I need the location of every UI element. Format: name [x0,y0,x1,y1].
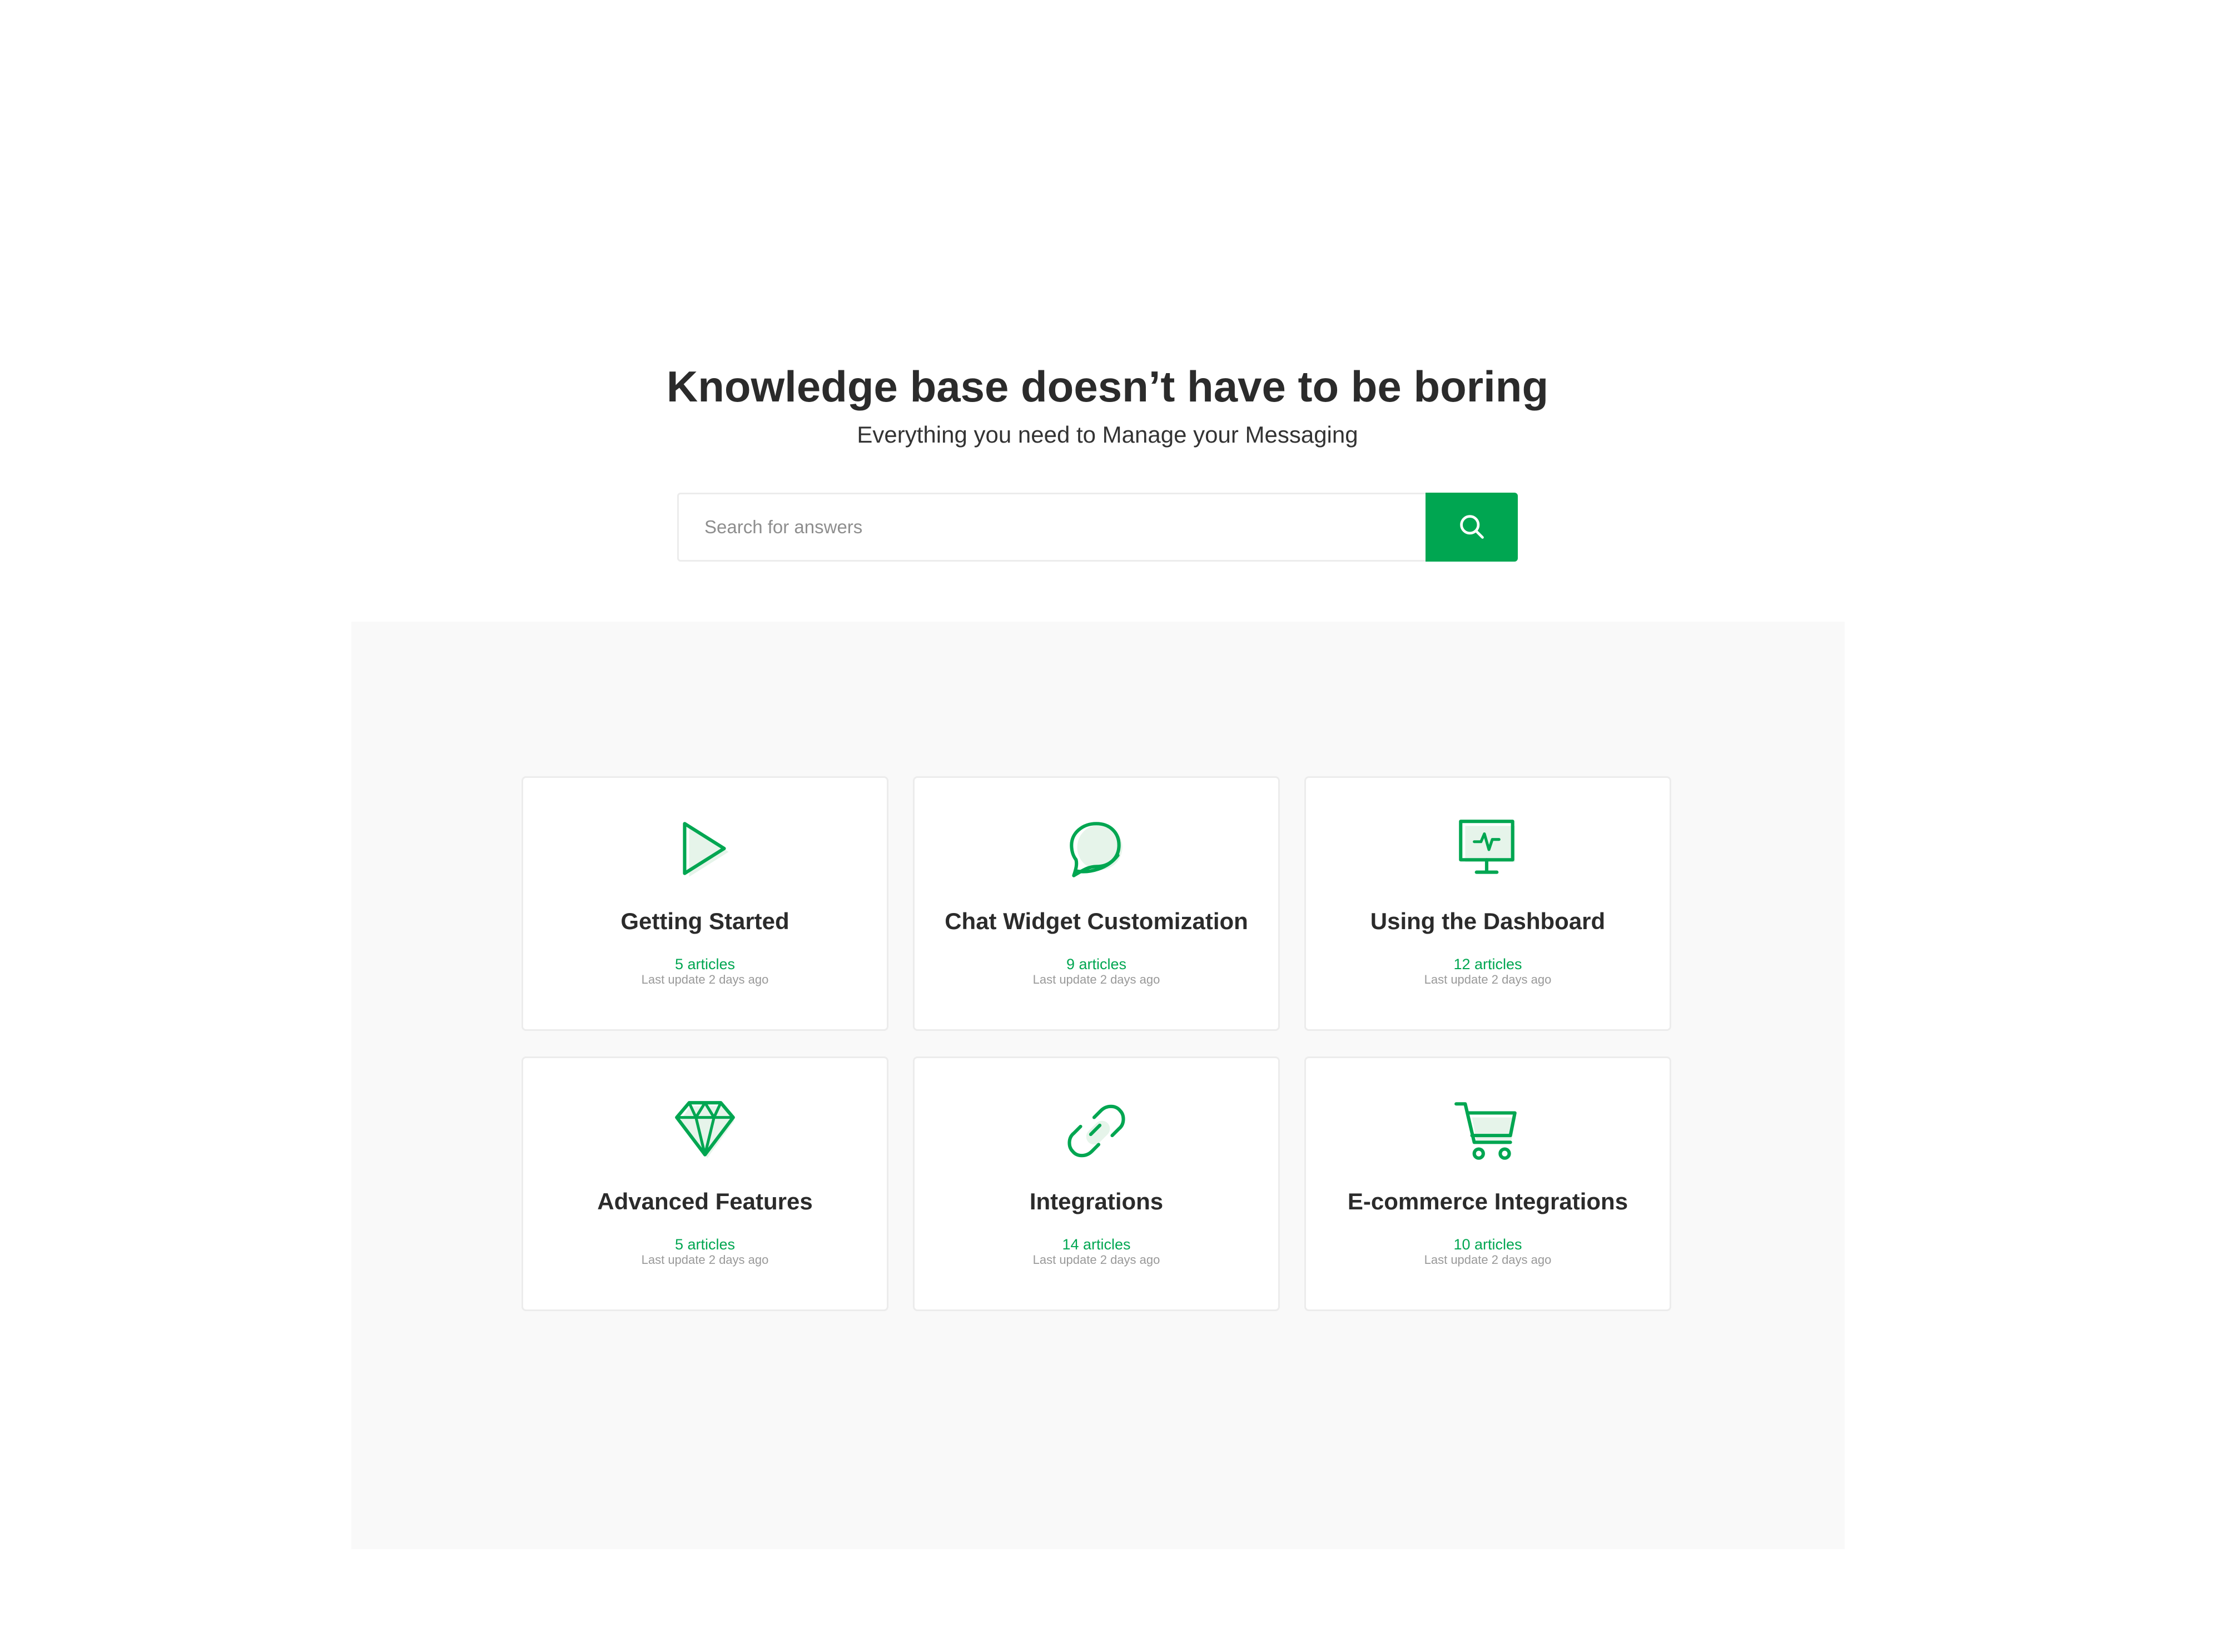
search-bar [677,493,1518,562]
article-count: 10 articles [1453,1236,1522,1253]
category-title: Integrations [1029,1188,1164,1214]
search-button[interactable] [1426,493,1518,562]
article-count: 12 articles [1453,956,1522,973]
page-subtitle: Everything you need to Manage your Messa… [857,421,1358,448]
category-card-e-commerce-integrations[interactable]: E-commerce Integrations 10 articles Last… [1304,1056,1671,1311]
last-update: Last update 2 days ago [1032,1253,1160,1267]
last-update: Last update 2 days ago [1424,1253,1552,1267]
category-title: Advanced Features [597,1188,813,1214]
diamond-icon [669,1095,741,1167]
category-card-integrations[interactable]: Integrations 14 articles Last update 2 d… [913,1056,1280,1311]
last-update: Last update 2 days ago [1032,973,1160,986]
shopping-cart-icon [1452,1095,1524,1167]
monitor-icon [1452,815,1524,887]
play-icon [669,815,741,887]
knowledge-base-page: Knowledge base doesn’t have to be boring… [0,0,2215,1652]
category-card-getting-started[interactable]: Getting Started 5 articles Last update 2… [522,776,888,1031]
category-card-using-the-dashboard[interactable]: Using the Dashboard 12 articles Last upd… [1304,776,1671,1031]
last-update: Last update 2 days ago [641,973,769,986]
article-count: 5 articles [674,956,736,973]
category-title: E-commerce Integrations [1347,1188,1628,1214]
article-count: 14 articles [1062,1236,1131,1253]
category-card-chat-widget-customization[interactable]: Chat Widget Customization 9 articles Las… [913,776,1280,1031]
article-count: 5 articles [674,1236,736,1253]
category-card-advanced-features[interactable]: Advanced Features 5 articles Last update… [522,1056,888,1311]
article-count: 9 articles [1066,956,1127,973]
category-title: Using the Dashboard [1370,908,1606,934]
category-title: Chat Widget Customization [945,908,1248,934]
category-title: Getting Started [620,908,789,934]
search-input[interactable] [677,493,1426,562]
link-icon [1060,1095,1133,1167]
page-title: Knowledge base doesn’t have to be boring [666,362,1549,411]
last-update: Last update 2 days ago [1424,973,1552,986]
chat-bubble-icon [1060,815,1133,887]
last-update: Last update 2 days ago [641,1253,769,1267]
search-icon [1457,512,1486,543]
